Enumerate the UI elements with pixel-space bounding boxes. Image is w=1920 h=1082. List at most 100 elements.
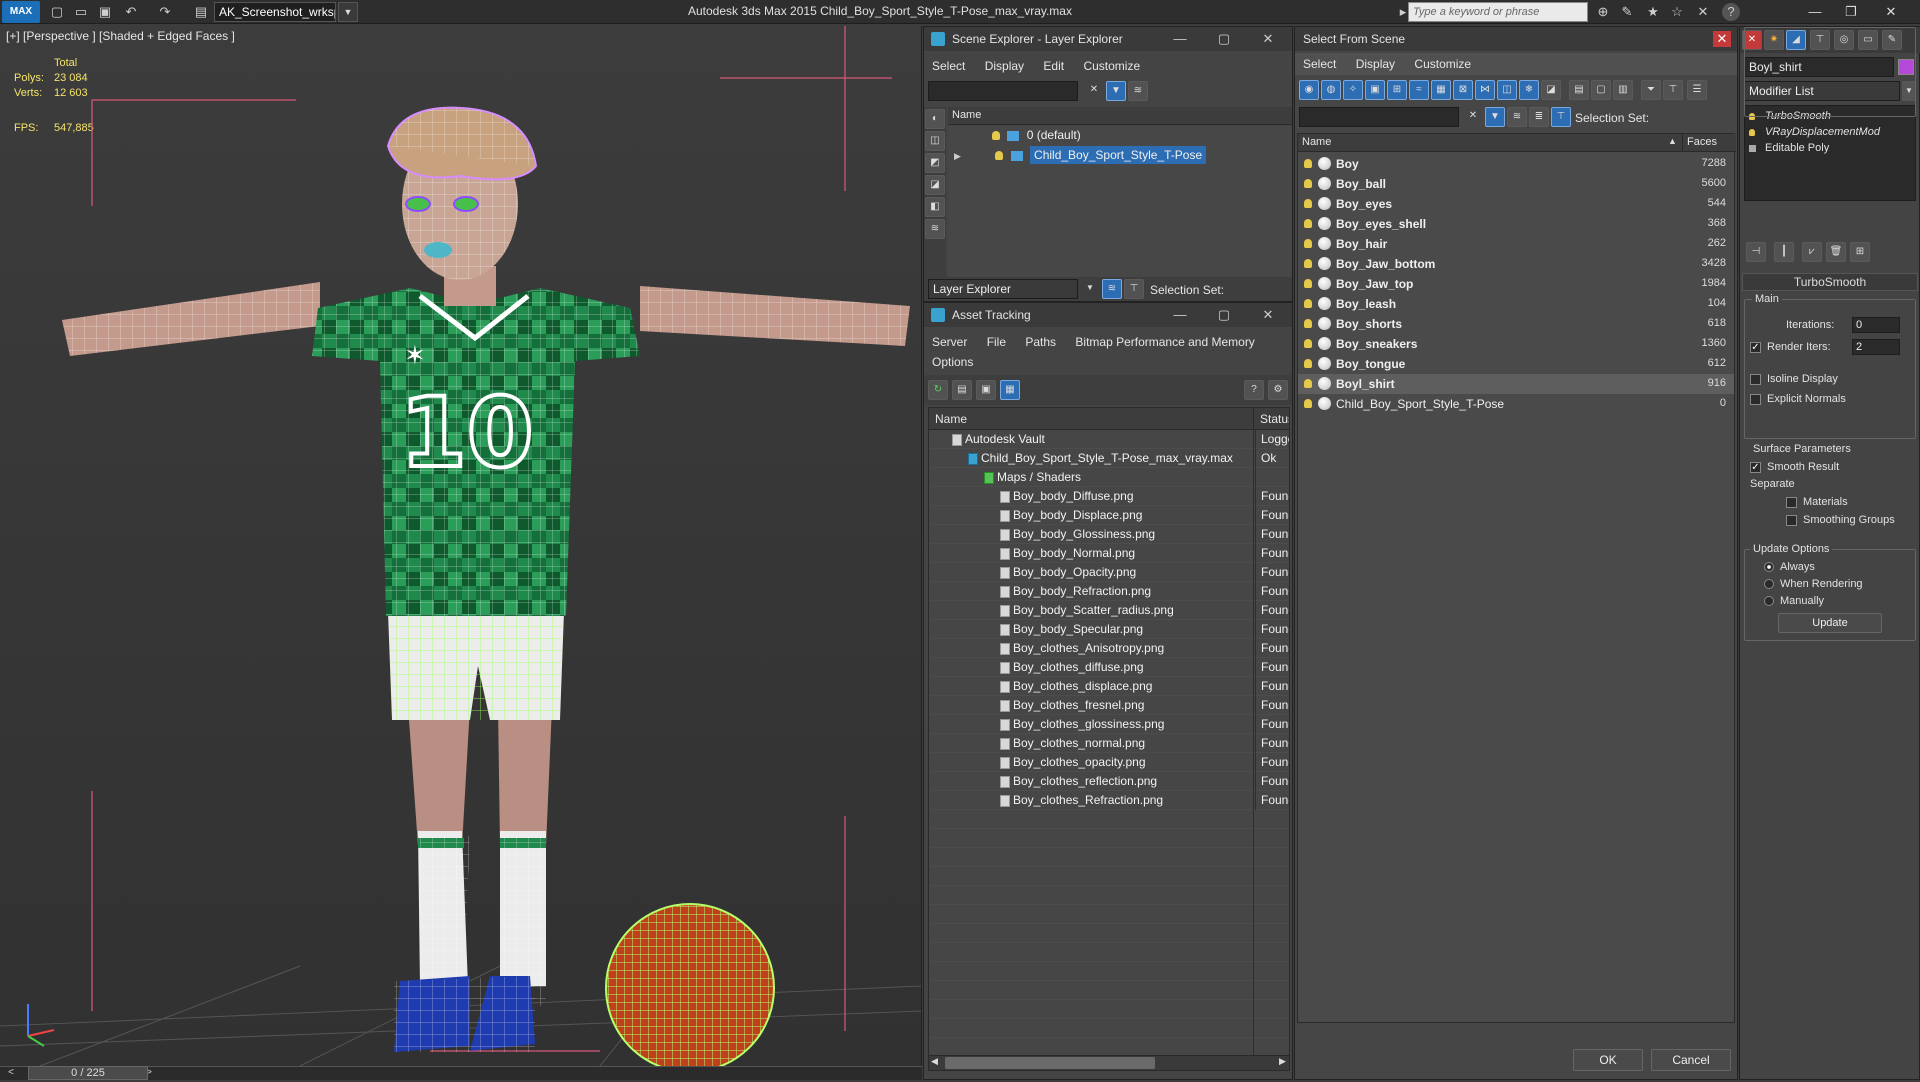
menu-select[interactable]: Select <box>924 55 973 73</box>
light-bulb-icon[interactable] <box>1304 219 1312 228</box>
asset-row[interactable] <box>930 867 1289 886</box>
settings-icon[interactable]: ⚙ <box>1268 380 1288 400</box>
asset-row[interactable]: Autodesk Vault Logged <box>930 430 1289 449</box>
object-row[interactable]: Child_Boy_Sport_Style_T-Pose 0 <box>1298 394 1734 414</box>
close-icon[interactable]: ✕ <box>1256 30 1280 48</box>
menu-display[interactable]: Display <box>977 55 1032 73</box>
filter-containers-icon[interactable]: ◫ <box>1497 80 1517 100</box>
light-bulb-icon[interactable] <box>992 131 1000 141</box>
help-icon[interactable]: ? <box>1722 3 1740 21</box>
layer-manager-icon[interactable]: ≋ <box>1102 279 1122 299</box>
clear-search-icon[interactable]: ✕ <box>1084 81 1104 101</box>
update-button[interactable]: Update <box>1778 613 1882 633</box>
menu-bitmap-performance[interactable]: Bitmap Performance and Memory <box>1067 331 1262 349</box>
asset-row[interactable] <box>930 905 1289 924</box>
asset-row[interactable]: Boy_body_Diffuse.png Found <box>930 487 1289 506</box>
pin-stack-icon[interactable]: ⊣ <box>1746 242 1766 262</box>
asset-row[interactable]: Boy_clothes_opacity.png Found <box>930 753 1289 772</box>
menu-file[interactable]: File <box>979 331 1014 349</box>
cancel-button[interactable]: Cancel <box>1651 1049 1731 1071</box>
chevron-right-icon[interactable]: ▶ <box>1279 1056 1286 1067</box>
filter-lights-icon[interactable]: ✧ <box>1343 80 1363 100</box>
funnel-icon[interactable]: ⏷ <box>1641 80 1661 100</box>
asset-row[interactable] <box>930 848 1289 867</box>
filter-cameras-icon[interactable]: ▣ <box>1365 80 1385 100</box>
update-manually-radio[interactable]: Manually <box>1764 595 1824 607</box>
object-row[interactable]: Boy 7288 <box>1298 154 1734 174</box>
asset-status-column[interactable]: Status <box>1253 408 1289 430</box>
modifier-vraydisplacement[interactable]: VRayDisplacementMod <box>1749 126 1880 138</box>
asset-row[interactable]: Boy_body_Refraction.png Found <box>930 582 1289 601</box>
list-view-icon[interactable]: ▤ <box>952 380 972 400</box>
menu-select[interactable]: Select <box>1295 53 1344 71</box>
configure-sets-icon[interactable]: ⊞ <box>1850 242 1870 262</box>
keyword-search-input[interactable]: Type a keyword or phrase <box>1408 2 1588 22</box>
hierarchy-filter-icon[interactable]: ⊤ <box>1663 80 1683 100</box>
asset-row[interactable]: Boy_body_Specular.png Found <box>930 620 1289 639</box>
asset-row[interactable]: Boy_clothes_fresnel.png Found <box>930 696 1289 715</box>
update-always-radio[interactable]: Always <box>1764 561 1815 573</box>
perspective-viewport[interactable]: [+] [Perspective ] [Shaded + Edged Faces… <box>0 26 922 1066</box>
filter-spacewarps-icon[interactable]: ≈ <box>1409 80 1429 100</box>
thumbnail-view-icon[interactable]: ▣ <box>976 380 996 400</box>
asset-row[interactable]: Boy_body_Normal.png Found <box>930 544 1289 563</box>
tools-icon[interactable]: ✎ <box>1618 3 1636 21</box>
filter-xrefs-icon[interactable]: ⊠ <box>1453 80 1473 100</box>
help-icon[interactable]: ? <box>1244 380 1264 400</box>
make-unique-icon[interactable]: ⩗ <box>1802 242 1822 262</box>
asset-row[interactable] <box>930 886 1289 905</box>
light-bulb-icon[interactable] <box>1304 379 1312 388</box>
asset-row[interactable]: Boy_clothes_displace.png Found <box>930 677 1289 696</box>
project-folder-icon[interactable]: ▤ <box>192 3 210 21</box>
show-end-result-icon[interactable]: ┃ <box>1774 242 1794 262</box>
render-iters-checkbox[interactable]: ✓ Render Iters: <box>1750 341 1831 353</box>
asset-row[interactable]: Maps / Shaders <box>930 468 1289 487</box>
light-bulb-icon[interactable] <box>1304 259 1312 268</box>
select-search-input[interactable] <box>1299 107 1459 127</box>
smoothing-groups-checkbox[interactable]: Smoothing Groups <box>1786 514 1895 526</box>
filter-shapes-icon[interactable]: ◍ <box>1321 80 1341 100</box>
object-row[interactable]: Boy_tongue 612 <box>1298 354 1734 374</box>
binoculars-icon[interactable]: ⊕ <box>1594 3 1612 21</box>
layer-row-child-boy[interactable]: ▶ Child_Boy_Sport_Style_T-Pose <box>948 146 1292 167</box>
workspace-dropdown[interactable]: AK_Screenshot_wrksp <box>214 2 336 22</box>
materials-checkbox[interactable]: Materials <box>1786 496 1848 508</box>
close-icon[interactable]: ✕ <box>1256 306 1280 324</box>
select-none-icon[interactable]: ▢ <box>1591 80 1611 100</box>
filter-geometry-icon[interactable]: ◉ <box>1299 80 1319 100</box>
filter-icon[interactable]: ▼ <box>1106 81 1126 101</box>
menu-customize[interactable]: Customize <box>1075 55 1148 73</box>
object-name-column[interactable]: Name <box>1298 134 1682 152</box>
light-bulb-icon[interactable] <box>1304 359 1312 368</box>
expand-arrow-icon[interactable]: ▶ <box>954 151 964 162</box>
filter-helpers-icon[interactable]: ⊞ <box>1387 80 1407 100</box>
filter-icon[interactable]: ▼ <box>1485 107 1505 127</box>
light-bulb-icon[interactable] <box>1304 299 1312 308</box>
menu-display[interactable]: Display <box>1348 53 1403 71</box>
scrollbar-thumb[interactable] <box>945 1057 1155 1069</box>
new-file-icon[interactable]: ▢ <box>48 3 66 21</box>
radio-unselected[interactable] <box>1764 579 1774 590</box>
table-view-icon[interactable]: ▦ <box>1000 380 1020 400</box>
light-bulb-icon[interactable] <box>1749 128 1755 136</box>
turbosmooth-rollout-header[interactable]: TurboSmooth <box>1742 273 1918 291</box>
display-geometry-icon[interactable]: ◫ <box>925 131 945 151</box>
object-row[interactable]: Boy_ball 5600 <box>1298 174 1734 194</box>
favorites-icon[interactable]: ★ <box>1644 3 1662 21</box>
filter-bones-icon[interactable]: ⋈ <box>1475 80 1495 100</box>
remove-modifier-icon[interactable]: 🗑 <box>1826 242 1846 262</box>
chevron-left-icon[interactable]: < <box>2 1064 20 1082</box>
display-helpers-icon[interactable]: ≋ <box>925 219 945 239</box>
light-bulb-icon[interactable] <box>1304 399 1312 408</box>
object-row[interactable]: Boy_shorts 618 <box>1298 314 1734 334</box>
checkbox-checked[interactable]: ✓ <box>1750 341 1761 353</box>
asset-row[interactable] <box>930 810 1289 829</box>
select-all-icon[interactable]: ▤ <box>1569 80 1589 100</box>
light-bulb-icon[interactable] <box>1304 239 1312 248</box>
maximize-icon[interactable]: ❐ <box>1836 3 1866 21</box>
ok-button[interactable]: OK <box>1573 1049 1643 1071</box>
max-logo-icon[interactable]: MAX <box>2 1 40 23</box>
object-row[interactable]: Boy_leash 104 <box>1298 294 1734 314</box>
asset-row[interactable] <box>930 829 1289 848</box>
radio-unselected[interactable] <box>1764 596 1774 607</box>
